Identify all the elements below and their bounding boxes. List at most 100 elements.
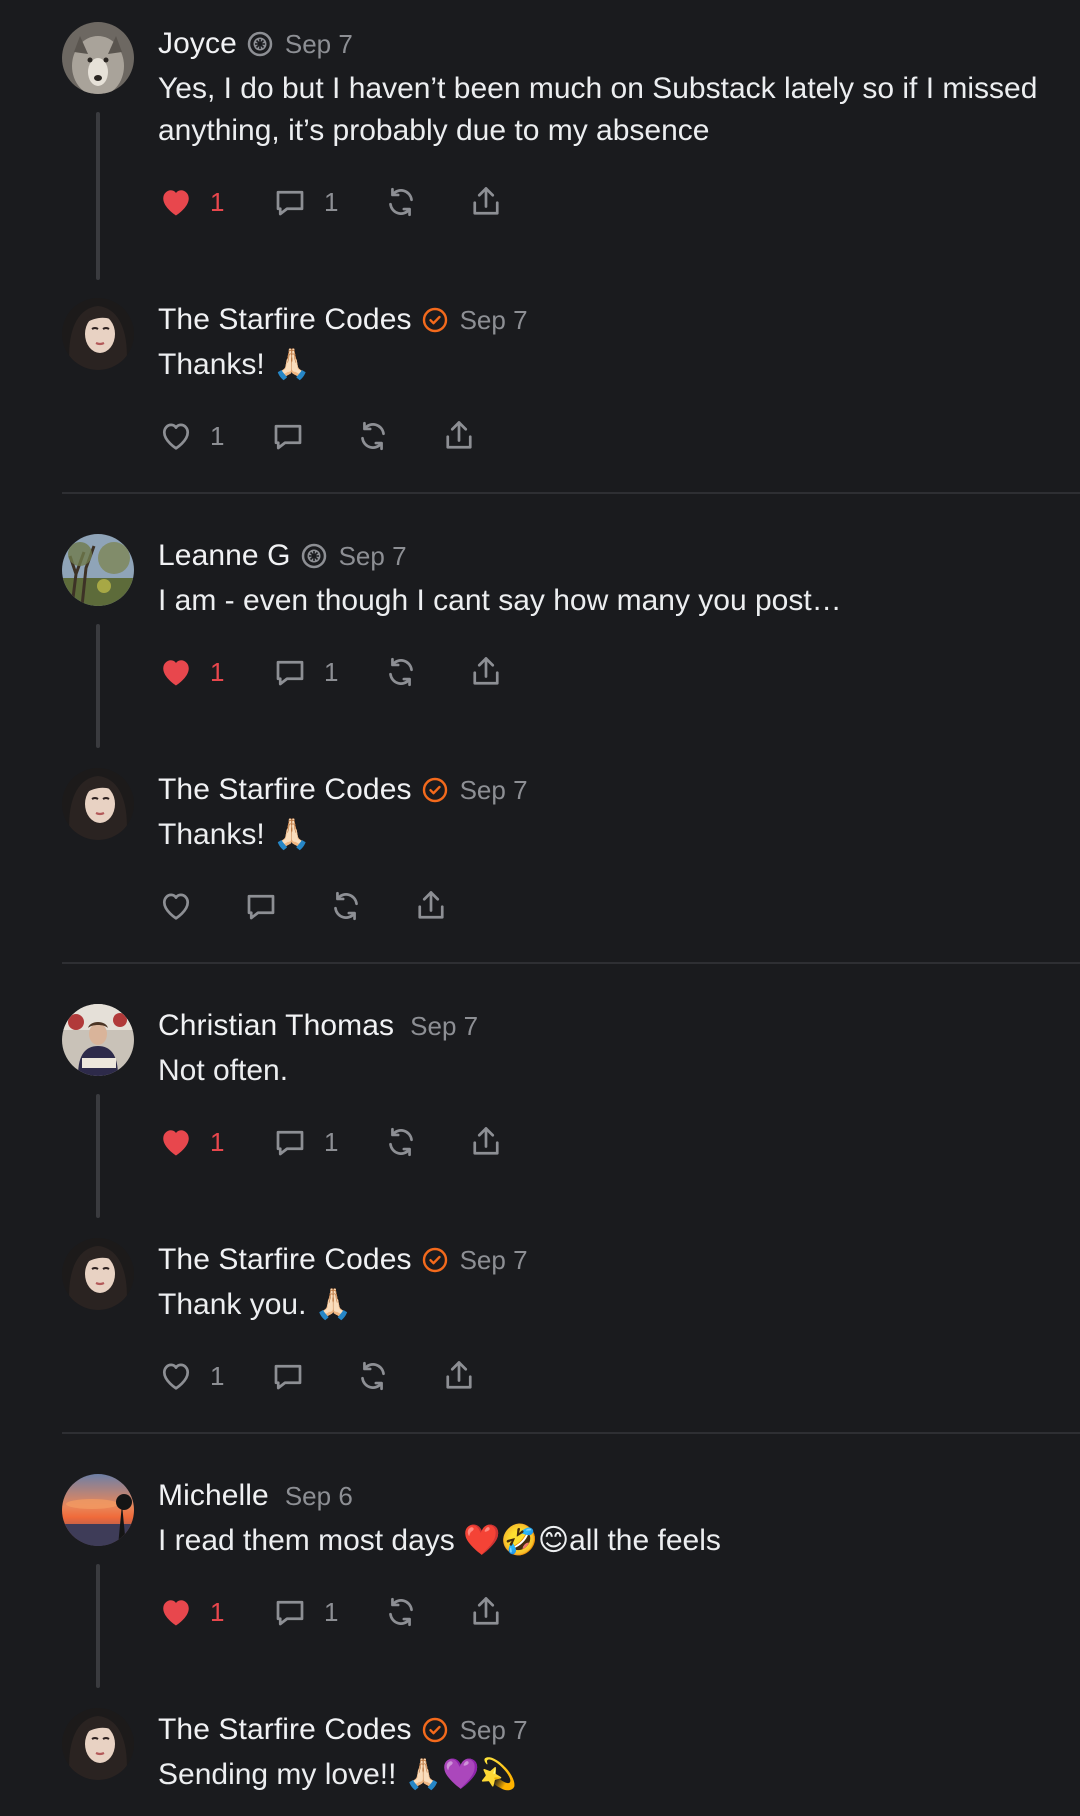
comment-icon: [276, 190, 304, 216]
verified-icon: [422, 777, 448, 803]
avatar[interactable]: [62, 22, 134, 94]
share-button[interactable]: [468, 1592, 508, 1632]
comment-text: Not often.: [158, 1054, 289, 1087]
comment-feed: Joyce Sep 7 Yes, I do but I haven’t been…: [0, 0, 1080, 1816]
like-button[interactable]: 1: [158, 1122, 272, 1162]
comment-text: Thanks! 🙏🏻: [158, 348, 311, 381]
verified-icon: [422, 307, 448, 333]
author-name[interactable]: Christian Thomas: [158, 1009, 394, 1043]
comment-header: Michelle Sep 6: [158, 1476, 353, 1516]
author-name[interactable]: The Starfire Codes: [158, 1243, 412, 1277]
restack-button[interactable]: [383, 652, 468, 692]
verified-icon: [422, 1717, 448, 1743]
comment-actions: 1 1: [158, 182, 508, 222]
like-button[interactable]: 1: [158, 416, 270, 456]
author-name[interactable]: The Starfire Codes: [158, 1713, 412, 1747]
restack-button[interactable]: [328, 886, 413, 926]
comment-actions: 1 1: [158, 1592, 508, 1632]
author-name[interactable]: Michelle: [158, 1479, 269, 1513]
share-icon: [473, 1127, 499, 1155]
like-count: 1: [210, 1596, 225, 1627]
restack-icon: [389, 1127, 413, 1157]
avatar[interactable]: [62, 1474, 134, 1546]
restack-button[interactable]: [383, 1122, 468, 1162]
comment-date[interactable]: Sep 7: [285, 29, 353, 60]
restack-icon: [389, 187, 413, 217]
share-icon: [418, 891, 444, 919]
comment-text: Thank you. 🙏🏻: [158, 1288, 353, 1321]
comment-text: I read them most days ❤️🤣😊all the feels: [158, 1524, 721, 1557]
heart-filled-icon: [163, 190, 189, 216]
comment-date[interactable]: Sep 7: [460, 305, 528, 336]
comment-text: Yes, I do but I haven’t been much on Sub…: [158, 72, 1038, 147]
heart-filled-icon: [163, 660, 189, 686]
restack-button[interactable]: [355, 1356, 441, 1396]
thread-divider: [62, 962, 1080, 964]
comment-header: The Starfire Codes Sep 7: [158, 770, 528, 810]
restack-button[interactable]: [355, 416, 441, 456]
comment-date[interactable]: Sep 7: [410, 1011, 478, 1042]
share-icon: [473, 657, 499, 685]
share-icon: [473, 187, 499, 215]
comment-icon: [276, 1130, 304, 1156]
like-button[interactable]: 1: [158, 1592, 272, 1632]
thread-line: [96, 112, 100, 280]
avatar[interactable]: [62, 298, 134, 370]
author-name[interactable]: The Starfire Codes: [158, 773, 412, 807]
comment-icon: [276, 1600, 304, 1626]
share-button[interactable]: [441, 1356, 481, 1396]
avatar[interactable]: [62, 1708, 134, 1780]
comment-header: Leanne G Sep 7: [158, 536, 407, 576]
reply-button[interactable]: [270, 416, 355, 456]
restack-button[interactable]: [383, 1592, 468, 1632]
like-button[interactable]: 1: [158, 652, 272, 692]
like-count: 1: [210, 1360, 225, 1391]
like-button[interactable]: [158, 886, 243, 926]
author-name[interactable]: The Starfire Codes: [158, 303, 412, 337]
comment-icon: [276, 660, 304, 686]
reply-button[interactable]: 1: [272, 182, 383, 222]
subscriber-icon: [247, 31, 273, 57]
thread-line: [96, 624, 100, 748]
comment-actions: 1 1: [158, 652, 508, 692]
reply-count: 1: [324, 186, 339, 217]
like-button[interactable]: 1: [158, 1356, 270, 1396]
thread-divider: [62, 1432, 1080, 1434]
comment-date[interactable]: Sep 7: [460, 1715, 528, 1746]
reply-button[interactable]: [243, 886, 328, 926]
comment-date[interactable]: Sep 7: [460, 1245, 528, 1276]
reply-button[interactable]: 1: [272, 652, 383, 692]
restack-icon: [389, 1597, 413, 1627]
comment-header: Joyce Sep 7: [158, 24, 353, 64]
avatar[interactable]: [62, 768, 134, 840]
share-button[interactable]: [441, 416, 481, 456]
avatar[interactable]: [62, 1004, 134, 1076]
share-button[interactable]: [468, 1122, 508, 1162]
comment-text: Thanks! 🙏🏻: [158, 818, 311, 851]
share-icon: [446, 421, 472, 449]
share-button[interactable]: [413, 886, 453, 926]
restack-button[interactable]: [383, 182, 468, 222]
reply-count: 1: [324, 1126, 339, 1157]
author-name[interactable]: Leanne G: [158, 539, 291, 573]
like-count: 1: [210, 1126, 225, 1157]
share-button[interactable]: [468, 652, 508, 692]
verified-icon: [422, 1247, 448, 1273]
reply-count: 1: [324, 1596, 339, 1627]
comment-header: The Starfire Codes Sep 7: [158, 1710, 528, 1750]
share-button[interactable]: [468, 182, 508, 222]
comment-date[interactable]: Sep 7: [460, 775, 528, 806]
avatar[interactable]: [62, 534, 134, 606]
thread-line: [96, 1564, 100, 1688]
comment-header: The Starfire Codes Sep 7: [158, 300, 528, 340]
reply-button[interactable]: 1: [272, 1122, 383, 1162]
comment-date[interactable]: Sep 6: [285, 1481, 353, 1512]
avatar[interactable]: [62, 1238, 134, 1310]
comment-actions: 1: [158, 1356, 481, 1396]
reply-button[interactable]: [270, 1356, 355, 1396]
reply-button[interactable]: 1: [272, 1592, 383, 1632]
like-button[interactable]: 1: [158, 182, 272, 222]
author-name[interactable]: Joyce: [158, 27, 237, 61]
like-count: 1: [210, 186, 225, 217]
comment-date[interactable]: Sep 7: [339, 541, 407, 572]
